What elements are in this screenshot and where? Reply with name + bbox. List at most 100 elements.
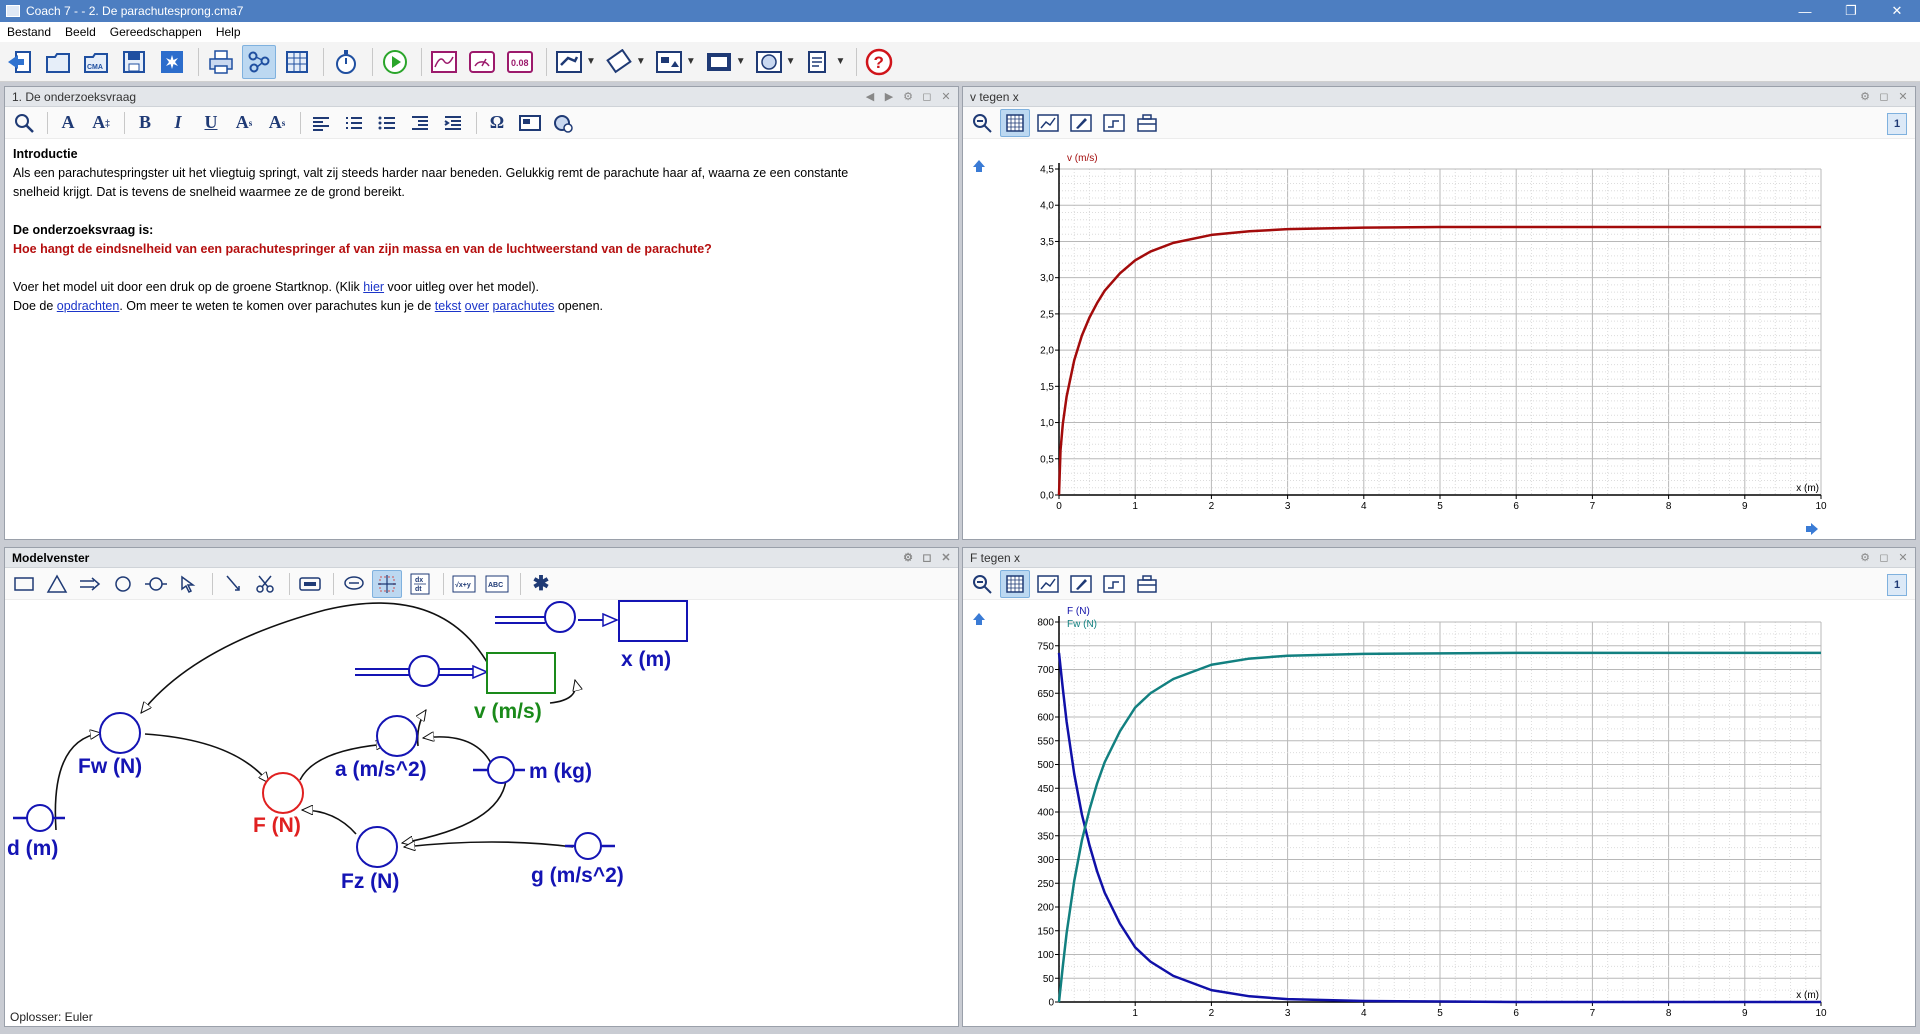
maximize-icon[interactable]: ◻: [1876, 550, 1892, 565]
outdent-icon[interactable]: [405, 109, 435, 137]
link-parachutes[interactable]: parachutes: [492, 299, 554, 313]
zoom-out-button[interactable]: [967, 570, 997, 598]
print-button[interactable]: [204, 45, 238, 79]
scroll-right-icon[interactable]: [1806, 523, 1818, 535]
flow-v-valve[interactable]: [408, 655, 440, 687]
forward-icon[interactable]: ▶: [881, 89, 897, 104]
wrench-icon[interactable]: ⚙: [900, 550, 916, 565]
scroll-up-icon[interactable]: [973, 160, 985, 172]
special-tool[interactable]: ✱: [526, 570, 556, 598]
text-label-tool[interactable]: ABC: [482, 570, 512, 598]
move-tool[interactable]: [372, 569, 402, 598]
underline-icon[interactable]: U: [196, 109, 226, 137]
indent-icon[interactable]: [438, 109, 468, 137]
constant-d[interactable]: [13, 804, 65, 832]
aux-a[interactable]: [376, 715, 418, 757]
web-dropdown-icon[interactable]: ▼: [786, 56, 796, 67]
connector-m-fz[interactable]: [402, 779, 507, 843]
grid-button[interactable]: [1000, 108, 1030, 137]
aux-fz[interactable]: [356, 826, 398, 868]
bold-icon[interactable]: B: [130, 109, 160, 137]
link-hier[interactable]: hier: [363, 280, 384, 294]
maximize-icon[interactable]: ◻: [919, 550, 935, 565]
document-button[interactable]: [802, 45, 836, 79]
close-window-button[interactable]: ✕: [1874, 0, 1920, 22]
new-button[interactable]: [155, 45, 189, 79]
aux-f[interactable]: [262, 772, 304, 814]
link-tekst[interactable]: tekst: [435, 299, 461, 313]
analysis-button[interactable]: [1099, 570, 1129, 598]
toolbox-button[interactable]: [1132, 109, 1162, 137]
connector-tool[interactable]: [174, 570, 204, 598]
graph-page-indicator[interactable]: 1: [1887, 113, 1907, 135]
toolbox-button[interactable]: [1132, 570, 1162, 598]
wrench-icon[interactable]: ⚙: [1857, 89, 1873, 104]
flow-x-valve[interactable]: [544, 601, 576, 633]
constant-tool[interactable]: [141, 570, 171, 598]
equation-tool[interactable]: √x+y: [449, 570, 479, 598]
video-dropdown-icon[interactable]: ▼: [736, 56, 746, 67]
picture-button[interactable]: [652, 45, 686, 79]
open-activity-button[interactable]: [41, 45, 75, 79]
flow-tool[interactable]: [75, 570, 105, 598]
italic-icon[interactable]: I: [163, 109, 193, 137]
auxiliary-tool[interactable]: [108, 570, 138, 598]
document-dropdown-icon[interactable]: ▼: [836, 56, 846, 67]
link-over[interactable]: over: [465, 299, 489, 313]
open-cma-button[interactable]: CMA: [79, 45, 113, 79]
draw-button[interactable]: [1066, 570, 1096, 598]
connector-v-fw[interactable]: [141, 602, 497, 713]
connector-fz-f[interactable]: [302, 810, 357, 835]
menu-beeld[interactable]: Beeld: [58, 25, 103, 39]
constant-m[interactable]: [473, 756, 525, 784]
connector-fw-f[interactable]: [144, 733, 269, 783]
back-icon[interactable]: ◀: [862, 89, 878, 104]
symbol-icon[interactable]: Ω: [482, 109, 512, 137]
trigger-tool[interactable]: [42, 570, 72, 598]
numbered-list-icon[interactable]: [339, 109, 369, 137]
menu-gereedschappen[interactable]: Gereedschappen: [103, 25, 209, 39]
stock-v[interactable]: [486, 652, 556, 694]
wrench-icon[interactable]: ⚙: [1857, 550, 1873, 565]
exit-button[interactable]: [3, 45, 37, 79]
maximize-icon[interactable]: ◻: [919, 89, 935, 104]
zoom-out-button[interactable]: [967, 109, 997, 137]
stock-tool[interactable]: [9, 570, 39, 598]
font-size-icon[interactable]: A ‡: [86, 109, 116, 137]
timing-button[interactable]: [329, 45, 363, 79]
comment-tool[interactable]: [339, 570, 369, 598]
zoom-button[interactable]: [9, 109, 39, 137]
value-display-button[interactable]: 0.08: [503, 45, 537, 79]
scan-button[interactable]: [1033, 570, 1063, 598]
start-button[interactable]: [378, 45, 412, 79]
insert-image-icon[interactable]: [515, 109, 545, 137]
restore-button[interactable]: ❐: [1828, 0, 1874, 22]
connector-g-fz[interactable]: [404, 842, 574, 847]
sensor-button[interactable]: [552, 45, 586, 79]
minimize-button[interactable]: —: [1782, 0, 1828, 22]
save-button[interactable]: [117, 45, 151, 79]
insert-link-icon[interactable]: [548, 109, 578, 137]
tools-dropdown-icon[interactable]: ▼: [636, 56, 646, 67]
close-icon[interactable]: ✕: [1895, 550, 1911, 565]
close-icon[interactable]: ✕: [938, 550, 954, 565]
draw-button[interactable]: [1066, 109, 1096, 137]
graph-page-indicator[interactable]: 1: [1887, 574, 1907, 596]
stock-x[interactable]: [618, 600, 688, 642]
derivative-tool[interactable]: dx dt: [405, 570, 435, 598]
analysis-button[interactable]: [1099, 109, 1129, 137]
video-button[interactable]: [702, 45, 736, 79]
maximize-icon[interactable]: ◻: [1876, 89, 1892, 104]
picture-dropdown-icon[interactable]: ▼: [686, 56, 696, 67]
font-icon[interactable]: A: [53, 109, 83, 137]
subscript-icon[interactable]: As: [229, 109, 259, 137]
help-button[interactable]: ?: [862, 45, 896, 79]
cut-tool[interactable]: [251, 570, 281, 598]
display-tool[interactable]: [295, 570, 325, 598]
connector-a-v[interactable]: [418, 710, 426, 747]
tools-button[interactable]: [602, 45, 636, 79]
connector-m-a[interactable]: [423, 737, 498, 780]
scroll-up-icon[interactable]: [973, 613, 985, 625]
model-view-button[interactable]: [242, 44, 276, 79]
web-button[interactable]: [752, 45, 786, 79]
